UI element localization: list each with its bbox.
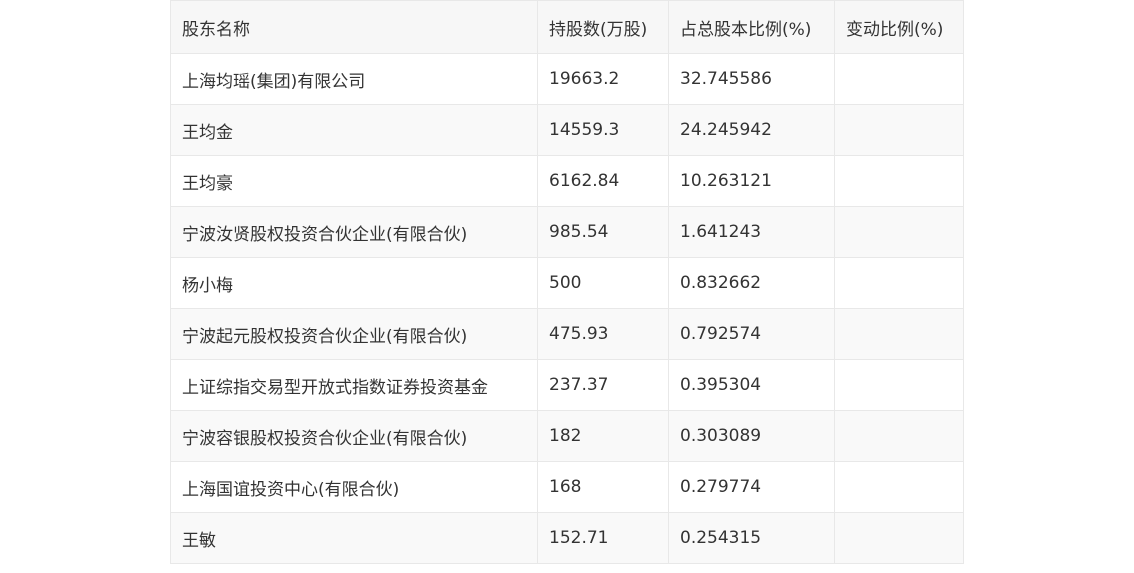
cell-shareholder-name: 上海国谊投资中心(有限合伙) <box>170 461 538 513</box>
table-row: 宁波起元股权投资合伙企业(有限合伙) 475.93 0.792574 <box>170 308 964 360</box>
shareholder-table-container: 股东名称 持股数(万股) 占总股本比例(%) 变动比例(%) 上海均瑶(集团)有… <box>170 0 964 564</box>
cell-shares-held: 152.71 <box>537 512 669 564</box>
cell-share-ratio: 0.832662 <box>668 257 835 309</box>
shareholder-table: 股东名称 持股数(万股) 占总股本比例(%) 变动比例(%) 上海均瑶(集团)有… <box>170 0 964 564</box>
cell-change-ratio <box>834 206 964 258</box>
cell-share-ratio: 0.792574 <box>668 308 835 360</box>
cell-share-ratio: 1.641243 <box>668 206 835 258</box>
header-change-ratio: 变动比例(%) <box>834 0 964 54</box>
cell-shares-held: 168 <box>537 461 669 513</box>
cell-share-ratio: 24.245942 <box>668 104 835 156</box>
cell-shares-held: 237.37 <box>537 359 669 411</box>
table-row: 宁波汝贤股权投资合伙企业(有限合伙) 985.54 1.641243 <box>170 206 964 258</box>
cell-change-ratio <box>834 155 964 207</box>
cell-share-ratio: 0.395304 <box>668 359 835 411</box>
cell-change-ratio <box>834 308 964 360</box>
cell-shares-held: 500 <box>537 257 669 309</box>
header-shareholder-name: 股东名称 <box>170 0 538 54</box>
cell-shareholder-name: 宁波汝贤股权投资合伙企业(有限合伙) <box>170 206 538 258</box>
cell-shares-held: 985.54 <box>537 206 669 258</box>
cell-change-ratio <box>834 461 964 513</box>
cell-change-ratio <box>834 512 964 564</box>
table-row: 上海国谊投资中心(有限合伙) 168 0.279774 <box>170 461 964 513</box>
cell-shareholder-name: 宁波起元股权投资合伙企业(有限合伙) <box>170 308 538 360</box>
table-row: 杨小梅 500 0.832662 <box>170 257 964 309</box>
cell-shares-held: 19663.2 <box>537 53 669 105</box>
table-body: 上海均瑶(集团)有限公司 19663.2 32.745586 王均金 14559… <box>170 53 964 564</box>
table-header: 股东名称 持股数(万股) 占总股本比例(%) 变动比例(%) <box>170 0 964 54</box>
cell-change-ratio <box>834 257 964 309</box>
header-shares-held: 持股数(万股) <box>537 0 669 54</box>
cell-shareholder-name: 杨小梅 <box>170 257 538 309</box>
header-row: 股东名称 持股数(万股) 占总股本比例(%) 变动比例(%) <box>170 0 964 54</box>
table-row: 王均金 14559.3 24.245942 <box>170 104 964 156</box>
table-row: 上证综指交易型开放式指数证券投资基金 237.37 0.395304 <box>170 359 964 411</box>
table-row: 宁波容银股权投资合伙企业(有限合伙) 182 0.303089 <box>170 410 964 462</box>
cell-shareholder-name: 上海均瑶(集团)有限公司 <box>170 53 538 105</box>
cell-change-ratio <box>834 410 964 462</box>
cell-share-ratio: 10.263121 <box>668 155 835 207</box>
cell-shares-held: 6162.84 <box>537 155 669 207</box>
cell-shareholder-name: 上证综指交易型开放式指数证券投资基金 <box>170 359 538 411</box>
cell-change-ratio <box>834 104 964 156</box>
cell-shareholder-name: 王敏 <box>170 512 538 564</box>
cell-share-ratio: 0.254315 <box>668 512 835 564</box>
cell-share-ratio: 0.303089 <box>668 410 835 462</box>
cell-share-ratio: 32.745586 <box>668 53 835 105</box>
cell-share-ratio: 0.279774 <box>668 461 835 513</box>
cell-shares-held: 475.93 <box>537 308 669 360</box>
cell-shares-held: 182 <box>537 410 669 462</box>
table-row: 王敏 152.71 0.254315 <box>170 512 964 564</box>
cell-shares-held: 14559.3 <box>537 104 669 156</box>
table-row: 王均豪 6162.84 10.263121 <box>170 155 964 207</box>
cell-shareholder-name: 王均金 <box>170 104 538 156</box>
table-row: 上海均瑶(集团)有限公司 19663.2 32.745586 <box>170 53 964 105</box>
cell-shareholder-name: 宁波容银股权投资合伙企业(有限合伙) <box>170 410 538 462</box>
cell-shareholder-name: 王均豪 <box>170 155 538 207</box>
header-share-ratio: 占总股本比例(%) <box>668 0 835 54</box>
cell-change-ratio <box>834 53 964 105</box>
cell-change-ratio <box>834 359 964 411</box>
